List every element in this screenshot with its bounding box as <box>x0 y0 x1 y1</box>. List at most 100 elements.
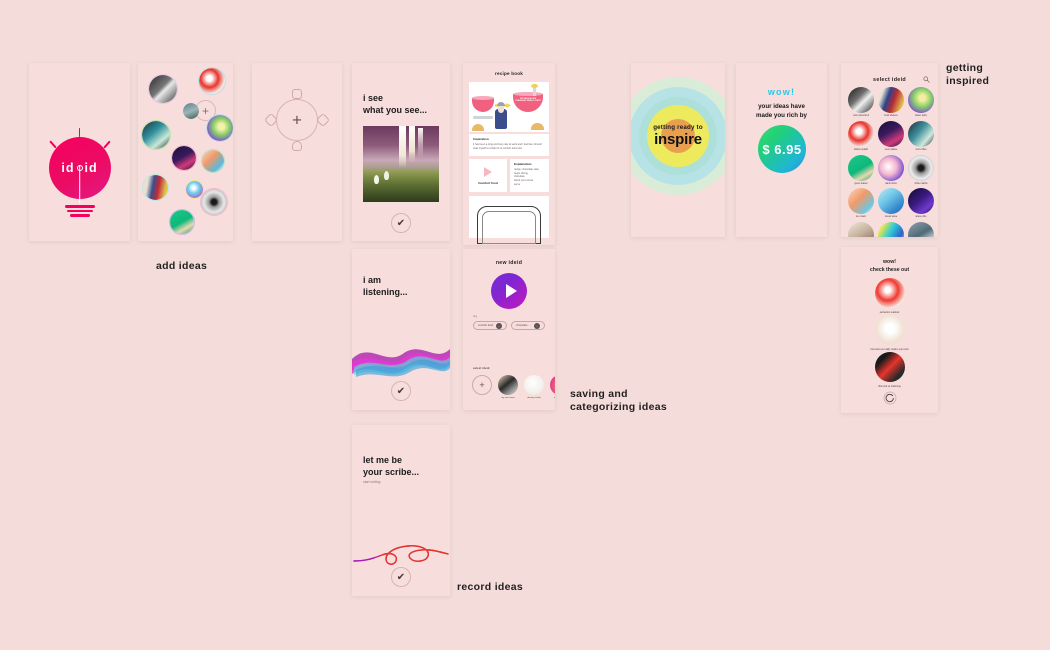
suggestion-thumb[interactable] <box>874 315 905 345</box>
camera-icon[interactable] <box>292 89 302 99</box>
logo-text-right: id <box>84 161 98 175</box>
recipe-illustration[interactable]: MY WHOLE LIFE CHANGING WHEN I START <box>469 82 549 132</box>
add-capture-button[interactable]: + <box>292 112 302 129</box>
grid-cell[interactable]: neon palace <box>878 120 904 152</box>
play-button[interactable] <box>491 273 527 309</box>
device-sketch <box>469 196 549 244</box>
inspiration-body: it has been a long and busy day at work … <box>473 143 542 150</box>
add-ideid-button[interactable]: + <box>472 375 492 395</box>
grid-cell[interactable]: space vibe <box>908 188 934 219</box>
suggestion-item[interactable]: how does our daily routine your luck <box>841 315 938 351</box>
brush-icon[interactable] <box>315 112 331 128</box>
suggestion-thumb[interactable] <box>874 278 905 308</box>
screen-check-these-out[interactable]: wow! check these out perfection realized… <box>841 247 938 413</box>
grid-thumb[interactable] <box>908 120 934 147</box>
screen-select-ideid[interactable]: select ideid retro camera kit book shelv… <box>841 63 938 237</box>
ideid-grid[interactable]: retro camera kit book shelves flower par… <box>848 87 934 237</box>
grid-thumb[interactable] <box>908 188 934 215</box>
grid-cell[interactable]: city skyline <box>908 222 934 237</box>
play-icon[interactable] <box>484 166 492 177</box>
grid-label: book shelves <box>884 115 898 117</box>
explanation-card[interactable]: Explanation recipe: chocolate cake begin… <box>510 159 549 192</box>
ideid-item[interactable]: sweet snacks <box>550 375 555 400</box>
bubble-thumb[interactable] <box>171 145 197 171</box>
grid-cell[interactable]: paper craft <box>878 222 904 237</box>
tag-chip-chocolate[interactable]: chocolate ... › <box>511 321 545 330</box>
bubble-thumb[interactable] <box>183 103 199 119</box>
grid-thumb[interactable] <box>848 87 874 113</box>
grid-cell[interactable]: retro camera kit <box>848 87 874 118</box>
grid-label: cool coffee <box>915 148 927 151</box>
grid-thumb[interactable] <box>848 154 874 181</box>
bubble-thumb[interactable] <box>169 209 195 235</box>
suggestion-item[interactable]: this look so charming <box>841 352 938 388</box>
ideid-item[interactable]: dreamy clouds <box>524 375 544 400</box>
ideid-item[interactable]: my mini movie <box>498 375 518 400</box>
grid-label: flower party <box>915 115 927 117</box>
chevron-down-icon[interactable]: › <box>496 322 502 329</box>
grid-thumb[interactable] <box>908 154 934 181</box>
grid-thumb[interactable] <box>878 120 904 147</box>
bubble-thumb[interactable] <box>142 174 169 201</box>
suggestion-caption: this look so charming <box>878 384 901 388</box>
scribe-title: let me be your scribe... <box>363 455 420 477</box>
suggestion-item[interactable]: perfection realized <box>841 278 938 314</box>
bubble-thumb[interactable] <box>201 149 225 173</box>
grid-thumb[interactable] <box>848 120 874 147</box>
grid-cell[interactable]: sunshine <box>848 222 874 237</box>
add-ideid-item[interactable]: + <box>472 375 492 395</box>
screen-wow-rich[interactable]: wow! your ideas have made you rich by $ … <box>736 63 827 237</box>
bubble-thumb[interactable] <box>200 188 228 216</box>
grid-cell[interactable]: white marble <box>908 154 934 186</box>
ideid-thumb[interactable] <box>524 375 544 395</box>
screen-i-see[interactable]: i see what you see... ✔ <box>352 63 450 241</box>
grid-thumb[interactable] <box>848 222 874 237</box>
ideid-thumb[interactable] <box>550 375 555 395</box>
bubble-thumb[interactable] <box>206 114 233 142</box>
screen-new-ideid[interactable]: new ideid tag comfort food › chocolate .… <box>463 249 555 410</box>
screen-inspire[interactable]: getting ready to inspire <box>631 63 725 237</box>
suggestion-thumb[interactable] <box>874 352 905 382</box>
grid-cell[interactable]: flower party <box>908 87 934 118</box>
grid-thumb[interactable] <box>878 154 904 181</box>
grid-thumb[interactable] <box>908 222 934 237</box>
screen-i-am-listening[interactable]: i am listening... ✔ <box>352 249 450 410</box>
grid-label: space vibe <box>915 216 927 219</box>
grid-cell[interactable]: cool coffee <box>908 120 934 152</box>
bubble-thumb[interactable] <box>148 74 178 104</box>
grid-cell[interactable]: book shelves <box>878 87 904 118</box>
inspiration-card[interactable]: Inspiration it has been a long and busy … <box>469 134 549 156</box>
bubble-thumb[interactable] <box>141 120 171 150</box>
confirm-button[interactable]: ✔ <box>391 567 411 587</box>
bubble-thumb[interactable] <box>198 67 226 95</box>
tag-chip-comfort-food[interactable]: comfort food › <box>473 321 507 330</box>
grid-thumb[interactable] <box>908 87 934 113</box>
caption-add-ideas: add ideas <box>156 260 208 272</box>
grid-cell[interactable]: green leaves <box>848 154 874 186</box>
refresh-icon[interactable] <box>882 390 898 406</box>
screen-scribe[interactable]: let me be your scribe... start writing ✔ <box>352 425 450 596</box>
screen-splash[interactable]: id id <box>29 63 130 241</box>
ideid-thumb[interactable] <box>498 375 518 395</box>
comfort-food-card[interactable]: Comfort food <box>469 159 507 192</box>
search-icon[interactable] <box>923 76 930 83</box>
confirm-button[interactable]: ✔ <box>391 381 411 401</box>
grid-cell[interactable]: ocean wave <box>878 188 904 219</box>
earnings-badge[interactable]: $ 6.95 <box>758 125 806 173</box>
grid-thumb[interactable] <box>878 87 904 113</box>
grid-thumb[interactable] <box>848 188 874 215</box>
grid-thumb[interactable] <box>878 222 904 237</box>
confirm-button[interactable]: ✔ <box>391 213 411 233</box>
chevron-down-icon[interactable]: › <box>534 322 540 329</box>
screen-idea-bubbles[interactable]: + <box>138 63 233 241</box>
screen-recipe-book[interactable]: recipe book MY WHOLE LIFE CHANGING WHEN … <box>463 63 555 245</box>
grid-cell[interactable]: ice cream <box>848 188 874 219</box>
screen-camera-hub[interactable]: + <box>252 63 342 241</box>
grid-cell[interactable]: paint bloom <box>878 154 904 186</box>
grid-thumb[interactable] <box>878 188 904 215</box>
capture-hub[interactable]: + <box>263 89 331 151</box>
grid-cell[interactable]: lobster splash <box>848 120 874 152</box>
mic-icon[interactable] <box>292 141 302 151</box>
captured-photo[interactable] <box>363 126 439 202</box>
ideid-selector-row[interactable]: + my mini movie dreamy clouds sweet snac… <box>472 375 555 400</box>
